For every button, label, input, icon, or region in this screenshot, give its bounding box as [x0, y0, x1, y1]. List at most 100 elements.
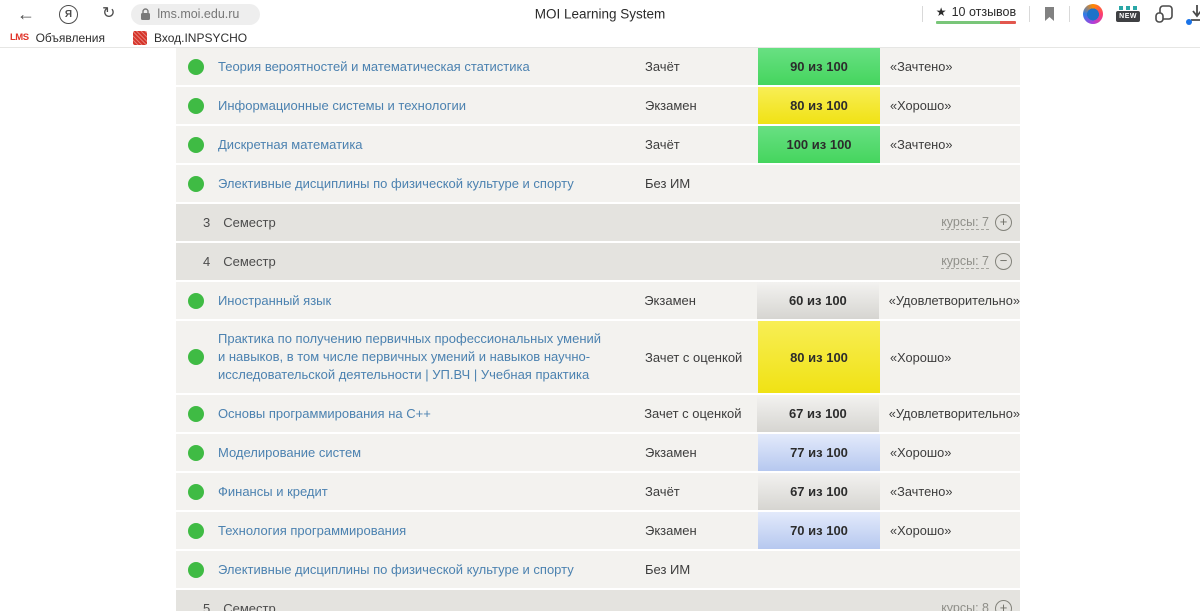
bookmark-flag-icon[interactable] — [1043, 6, 1056, 22]
courses-count-link[interactable]: курсы: 7 — [941, 254, 989, 269]
address-bar[interactable]: lms.moi.edu.ru — [131, 4, 260, 25]
score-badge: 100 из 100 — [758, 126, 880, 163]
lock-icon — [140, 8, 151, 21]
status-dot-icon — [188, 445, 204, 461]
courses-count-link[interactable]: курсы: 8 — [941, 601, 989, 611]
score-cell: 60 из 100 — [757, 282, 879, 319]
course-row: Практика по получению первичных професси… — [176, 321, 1020, 393]
status-dot-icon — [188, 176, 204, 192]
assessment-type: Без ИМ — [645, 551, 758, 588]
course-link[interactable]: Практика по получению первичных професси… — [218, 330, 605, 384]
status-cell — [176, 321, 218, 393]
new-badge: NEW — [1116, 11, 1140, 22]
course-row: Информационные системы и технологии Экза… — [176, 87, 1020, 124]
grade-text: «Удовлетворительно» — [879, 395, 1020, 432]
semester-number: 4 — [203, 254, 210, 269]
reviews-rating[interactable]: ★ 10 отзывов — [936, 5, 1016, 24]
rating-bar-negative — [1000, 21, 1016, 24]
semester-title: 3 Семестр — [176, 215, 276, 230]
semester-title: 5 Семестр — [176, 601, 276, 611]
semester-controls: курсы: 7 + — [941, 214, 1020, 231]
course-name-cell: Элективные дисциплины по физической куль… — [218, 551, 645, 588]
semester-title: 4 Семестр — [176, 254, 276, 269]
course-link[interactable]: Основы программирования на C++ — [218, 405, 431, 423]
course-name-cell: Основы программирования на C++ — [218, 395, 644, 432]
course-link[interactable]: Финансы и кредит — [218, 483, 328, 501]
assessment-type: Экзамен — [644, 282, 757, 319]
extension-profile-icon[interactable] — [1083, 4, 1103, 24]
semester-controls: курсы: 7 − — [941, 253, 1020, 270]
assessment-type: Экзамен — [645, 434, 758, 471]
status-cell — [176, 434, 218, 471]
course-link[interactable]: Информационные системы и технологии — [218, 97, 466, 115]
course-row: Элективные дисциплины по физической куль… — [176, 165, 1020, 202]
course-link[interactable]: Теория вероятностей и математическая ста… — [218, 58, 530, 76]
course-link[interactable]: Моделирование систем — [218, 444, 361, 462]
grade-text: «Хорошо» — [880, 321, 1020, 393]
lms-logo-icon: LMS — [10, 32, 29, 43]
status-cell — [176, 395, 218, 432]
grade-text: «Хорошо» — [880, 512, 1020, 549]
course-link[interactable]: Элективные дисциплины по физической куль… — [218, 175, 574, 193]
status-dot-icon — [188, 349, 204, 365]
score-badge — [758, 165, 880, 202]
score-badge: 80 из 100 — [758, 87, 880, 124]
status-dot-icon — [188, 562, 204, 578]
semester-label: Семестр — [223, 601, 275, 611]
course-row: Элективные дисциплины по физической куль… — [176, 551, 1020, 588]
grade-text — [880, 551, 1020, 588]
score-badge: 67 из 100 — [758, 473, 880, 510]
semester-label: Семестр — [223, 254, 275, 269]
status-dot-icon — [188, 293, 204, 309]
course-link[interactable]: Элективные дисциплины по физической куль… — [218, 561, 574, 579]
course-name-cell: Информационные системы и технологии — [218, 87, 645, 124]
reload-button[interactable]: ↻ — [102, 6, 115, 22]
rating-bar — [936, 21, 1016, 24]
status-cell — [176, 126, 218, 163]
score-badge: 70 из 100 — [758, 512, 880, 549]
expand-toggle-icon[interactable]: + — [995, 214, 1012, 231]
grade-text — [880, 165, 1020, 202]
course-name-cell: Дискретная математика — [218, 126, 645, 163]
downloads-icon[interactable] — [1188, 3, 1200, 25]
score-cell: 67 из 100 — [757, 395, 879, 432]
semester-header-row[interactable]: 5 Семестр курсы: 8 + — [176, 590, 1020, 611]
score-cell: 80 из 100 — [758, 87, 880, 124]
course-row: Основы программирования на C++ Зачет с о… — [176, 395, 1020, 432]
score-cell — [758, 165, 880, 202]
score-cell: 100 из 100 — [758, 126, 880, 163]
status-dot-icon — [188, 59, 204, 75]
url-text: lms.moi.edu.ru — [157, 7, 239, 21]
grade-text: «Зачтено» — [880, 126, 1020, 163]
back-button[interactable]: ← — [17, 5, 35, 23]
yandex-icon[interactable]: Я — [59, 5, 78, 24]
course-link[interactable]: Дискретная математика — [218, 136, 363, 154]
grades-table: Теория вероятностей и математическая ста… — [176, 48, 1020, 611]
score-cell: 70 из 100 — [758, 512, 880, 549]
expand-toggle-icon[interactable]: + — [995, 600, 1012, 611]
bookmark-announcements[interactable]: LMS Объявления — [10, 31, 105, 45]
assessment-type: Зачет с оценкой — [645, 321, 758, 393]
course-name-cell: Иностранный язык — [218, 282, 644, 319]
score-cell: 77 из 100 — [758, 434, 880, 471]
courses-count-link[interactable]: курсы: 7 — [941, 215, 989, 230]
course-link[interactable]: Иностранный язык — [218, 292, 331, 310]
status-cell — [176, 551, 218, 588]
status-dot-icon — [188, 98, 204, 114]
divider — [1029, 6, 1030, 22]
inpsycho-logo-icon — [133, 31, 147, 45]
tag-extension-icon[interactable] — [1153, 4, 1175, 24]
semester-header-row[interactable]: 3 Семестр курсы: 7 + — [176, 204, 1020, 241]
score-cell: 67 из 100 — [758, 473, 880, 510]
new-extension-icon[interactable]: NEW — [1116, 6, 1140, 22]
status-dot-icon — [188, 137, 204, 153]
bookmark-inpsycho[interactable]: Вход.INPSYCHO — [133, 31, 247, 45]
course-link[interactable]: Технология программирования — [218, 522, 406, 540]
course-row: Финансы и кредит Зачёт 67 из 100 «Зачтен… — [176, 473, 1020, 510]
score-badge — [758, 551, 880, 588]
divider — [922, 6, 923, 22]
grade-text: «Зачтено» — [880, 48, 1020, 85]
assessment-type: Экзамен — [645, 87, 758, 124]
semester-header-row[interactable]: 4 Семестр курсы: 7 − — [176, 243, 1020, 280]
expand-toggle-icon[interactable]: − — [995, 253, 1012, 270]
